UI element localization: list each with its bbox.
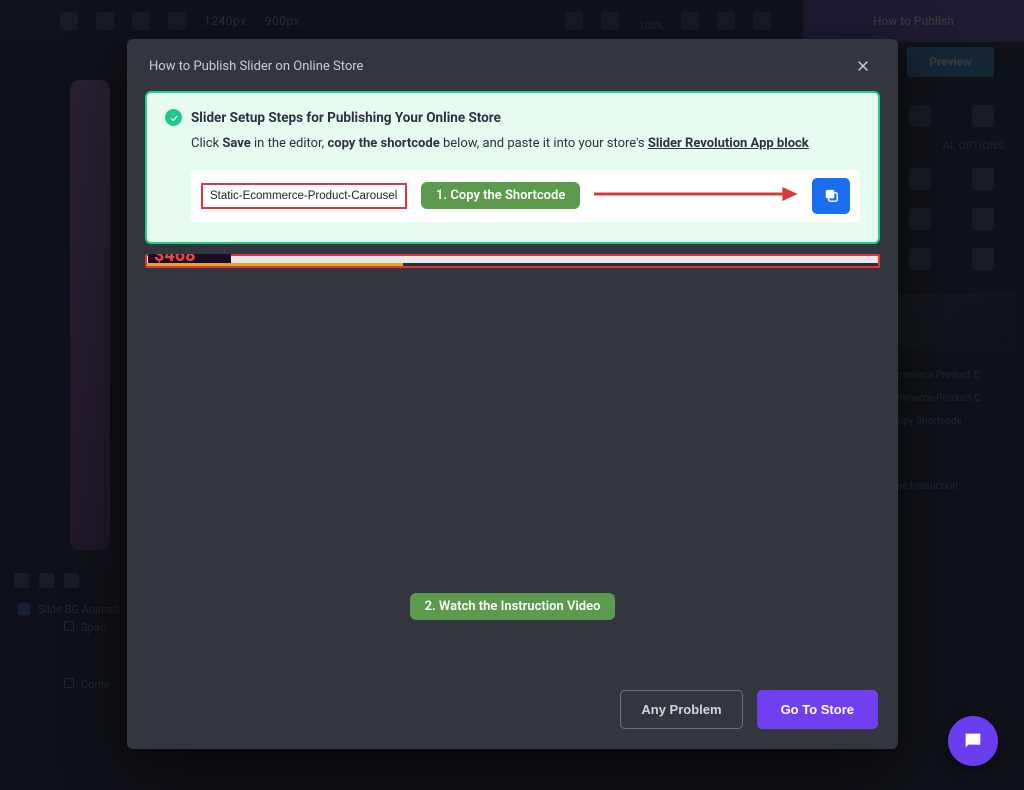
shortcode-row: 1. Copy the Shortcode: [191, 170, 860, 222]
chat-fab-button[interactable]: [948, 716, 998, 766]
video-progress-bar[interactable]: [147, 263, 878, 266]
setup-steps-title: Slider Setup Steps for Publishing Your O…: [191, 110, 501, 126]
copy-shortcode-button[interactable]: [812, 178, 850, 214]
setup-steps-description: Click Save in the editor, copy the short…: [191, 135, 860, 154]
any-problem-button[interactable]: Any Problem: [620, 690, 742, 729]
step-2-pill: 2. Watch the Instruction Video: [410, 593, 616, 620]
modal-header: How to Publish Slider on Online Store: [127, 39, 898, 91]
publish-modal: How to Publish Slider on Online Store Sl…: [127, 39, 898, 749]
modal-close-button[interactable]: [850, 53, 876, 79]
check-circle-icon: [165, 109, 182, 126]
app-block-link[interactable]: Slider Revolution App block: [648, 136, 809, 151]
modal-title: How to Publish Slider on Online Store: [149, 59, 363, 74]
shortcode-input[interactable]: [201, 183, 407, 209]
close-icon: [855, 58, 871, 74]
instruction-video-frame[interactable]: Slider Revo... Sliders Notification Docu…: [145, 254, 880, 268]
chat-icon: [962, 730, 984, 752]
setup-steps-card: Slider Setup Steps for Publishing Your O…: [145, 91, 880, 244]
step-1-pill: 1. Copy the Shortcode: [421, 182, 580, 209]
modal-footer: Any Problem Go To Store: [127, 674, 898, 749]
arrow-to-copy: [594, 184, 798, 208]
copy-icon: [823, 187, 840, 204]
go-to-store-button[interactable]: Go To Store: [757, 690, 878, 729]
